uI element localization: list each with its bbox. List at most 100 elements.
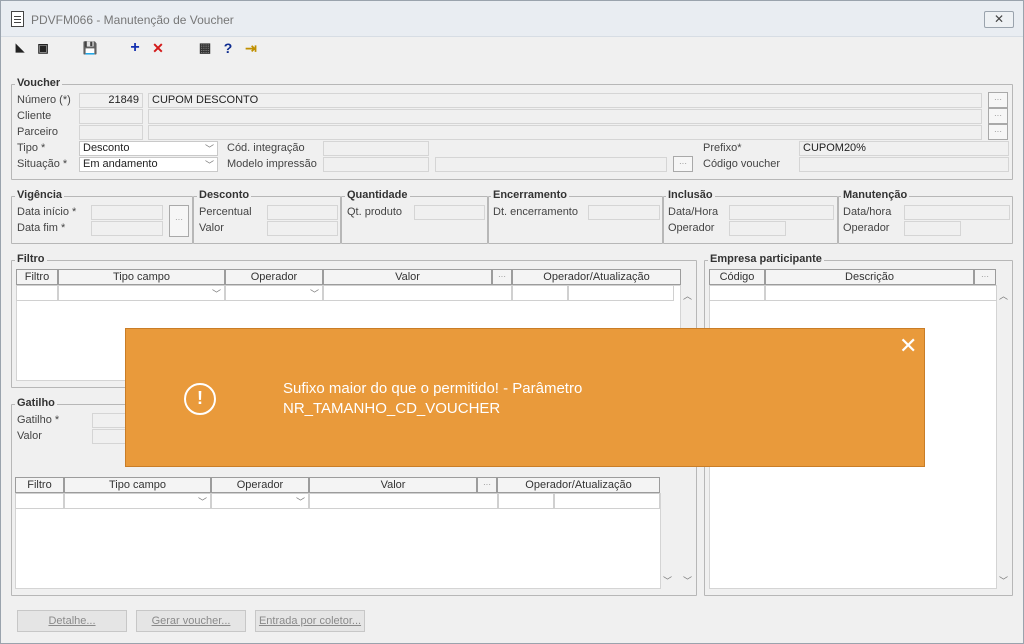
filtro-col-operador[interactable]: Operador (225, 269, 323, 285)
vigencia-group (11, 196, 193, 244)
copy-icon[interactable]: ▣ (34, 39, 52, 57)
empresa-cell-descricao[interactable] (765, 285, 997, 301)
chevron-down-icon: ﹀ (309, 289, 319, 299)
gerar-voucher-button[interactable]: Gerar voucher... (136, 610, 246, 632)
parceiro-label: Parceiro (17, 126, 58, 138)
filtro2-cell-valor[interactable] (309, 493, 498, 509)
filtro-col-operador-atualizacao[interactable]: Operador/Atualização (512, 269, 681, 285)
detalhe-button-label: Detalhe... (48, 615, 96, 627)
back-icon[interactable]: ◣ (11, 39, 29, 57)
prefixo-field[interactable]: CUPOM20% (799, 141, 1009, 156)
scroll-up-icon[interactable]: ︿ (683, 289, 692, 302)
save-icon[interactable]: 💾 (81, 39, 99, 57)
empresa-cell-codigo[interactable] (709, 285, 765, 301)
filtro-cell-filtro[interactable] (16, 285, 58, 301)
percentual-field[interactable] (267, 205, 338, 220)
modelo-impressao-description-field (435, 157, 667, 172)
filtro2-col-filtro[interactable]: Filtro (15, 477, 64, 493)
add-icon[interactable]: + (126, 39, 144, 57)
vigencia-title: Vigência (15, 189, 65, 201)
voucher-window: PDVFM066 - Manutenção de Voucher ✕ ◣ ▣ 💾… (0, 0, 1024, 644)
filtro2-cell-extra[interactable] (554, 493, 660, 509)
inclusao-datahora-field (729, 205, 834, 220)
filtro-cell-extra[interactable] (568, 285, 674, 301)
manutencao-datahora-label: Data/hora (843, 206, 892, 218)
window-close-button[interactable]: ✕ (984, 11, 1014, 28)
close-icon[interactable]: ✕ (899, 335, 917, 357)
data-fim-field[interactable] (91, 221, 163, 236)
parceiro-field[interactable] (79, 125, 143, 140)
filtro-cell-tipo-campo[interactable]: ﹀ (58, 285, 225, 301)
cliente-lookup-button[interactable]: ··· (988, 108, 1008, 124)
qt-produto-field[interactable] (414, 205, 485, 220)
filtro-cell-operador-atualizacao[interactable] (512, 285, 568, 301)
scroll-down-icon[interactable]: ﹀ (999, 574, 1008, 587)
quantidade-title: Quantidade (345, 189, 410, 201)
help-icon[interactable]: ? (219, 39, 237, 57)
filtro2-col-valor[interactable]: Valor (309, 477, 477, 493)
encerramento-group (488, 196, 663, 244)
numero-lookup-button[interactable]: ··· (988, 92, 1008, 108)
manutencao-datahora-field (904, 205, 1010, 220)
alert-icon: ! (184, 383, 216, 415)
filtro2-cell-tipo-campo[interactable]: ﹀ (64, 493, 211, 509)
filtro-col-lookup[interactable]: ··· (492, 269, 512, 285)
empresa-col-descricao[interactable]: Descrição (765, 269, 974, 285)
data-fim-label: Data fim * (17, 222, 66, 234)
dt-encerramento-field[interactable] (588, 205, 660, 220)
empresa-col-lookup[interactable]: ··· (974, 269, 996, 285)
filtro2-cell-operador-atualizacao[interactable] (498, 493, 554, 509)
error-toast: ! Sufixo maior do que o permitido! - Par… (125, 328, 925, 467)
numero-field[interactable]: 21849 (79, 93, 143, 108)
empresa-title: Empresa participante (708, 253, 824, 265)
gatilho-label: Gatilho * (17, 414, 60, 426)
filtro2-cell-filtro[interactable] (15, 493, 64, 509)
desconto-group (193, 196, 341, 244)
filtro-cell-valor[interactable] (323, 285, 512, 301)
situacao-select-value: Em andamento (83, 158, 158, 170)
cliente-field[interactable] (79, 109, 143, 124)
filtro2-col-tipo-campo[interactable]: Tipo campo (64, 477, 211, 493)
cod-integracao-field[interactable] (323, 141, 429, 156)
chevron-down-icon: ﹀ (197, 497, 207, 507)
toast-message-line2: NR_TAMANHO_CD_VOUCHER (283, 400, 501, 417)
data-inicio-field[interactable] (91, 205, 163, 220)
filtro-col-valor[interactable]: Valor (323, 269, 492, 285)
parceiro-lookup-button[interactable]: ··· (988, 124, 1008, 140)
tipo-select[interactable]: Desconto ﹀ (79, 141, 218, 156)
percentual-label: Percentual (199, 206, 252, 218)
filtro-cell-operador[interactable]: ﹀ (225, 285, 323, 301)
cod-integracao-label: Cód. integração (227, 142, 305, 154)
scroll-down-icon[interactable]: ﹀ (663, 574, 672, 587)
codigo-voucher-field[interactable] (799, 157, 1009, 172)
detalhe-button[interactable]: Detalhe... (17, 610, 127, 632)
valor-field[interactable] (267, 221, 338, 236)
empresa-col-codigo[interactable]: Código (709, 269, 765, 285)
title-bar: PDVFM066 - Manutenção de Voucher ✕ (1, 1, 1023, 37)
filtro-title: Filtro (15, 253, 47, 265)
quantidade-group (341, 196, 488, 244)
modelo-lookup-button[interactable]: ··· (673, 156, 693, 172)
filtro-col-tipo-campo[interactable]: Tipo campo (58, 269, 225, 285)
filtro2-cell-operador[interactable]: ﹀ (211, 493, 309, 509)
situacao-select[interactable]: Em andamento ﹀ (79, 157, 218, 172)
filtro2-col-operador[interactable]: Operador (211, 477, 309, 493)
valor-label: Valor (199, 222, 224, 234)
delete-icon[interactable]: ✕ (149, 39, 167, 57)
vigencia-calendar-button[interactable]: ··· (169, 205, 189, 237)
exit-icon[interactable]: ⇥ (242, 39, 260, 57)
filtro-col-filtro[interactable]: Filtro (16, 269, 58, 285)
numero-label: Número (*) (17, 94, 71, 106)
entrada-coletor-button[interactable]: Entrada por coletor... (255, 610, 365, 632)
filtro2-col-lookup[interactable]: ··· (477, 477, 497, 493)
modelo-impressao-field[interactable] (323, 157, 429, 172)
scroll-down-icon[interactable]: ﹀ (683, 574, 692, 587)
filtro2-col-operador-atualizacao[interactable]: Operador/Atualização (497, 477, 660, 493)
inclusao-operador-field (729, 221, 786, 236)
prefixo-label: Prefixo* (703, 142, 742, 154)
calendar-icon[interactable]: ▦ (196, 39, 214, 57)
scroll-up-icon[interactable]: ︿ (999, 289, 1008, 302)
manutencao-group (838, 196, 1013, 244)
manutencao-operador-field (904, 221, 961, 236)
toast-message-line1: Sufixo maior do que o permitido! - Parâm… (283, 380, 583, 397)
